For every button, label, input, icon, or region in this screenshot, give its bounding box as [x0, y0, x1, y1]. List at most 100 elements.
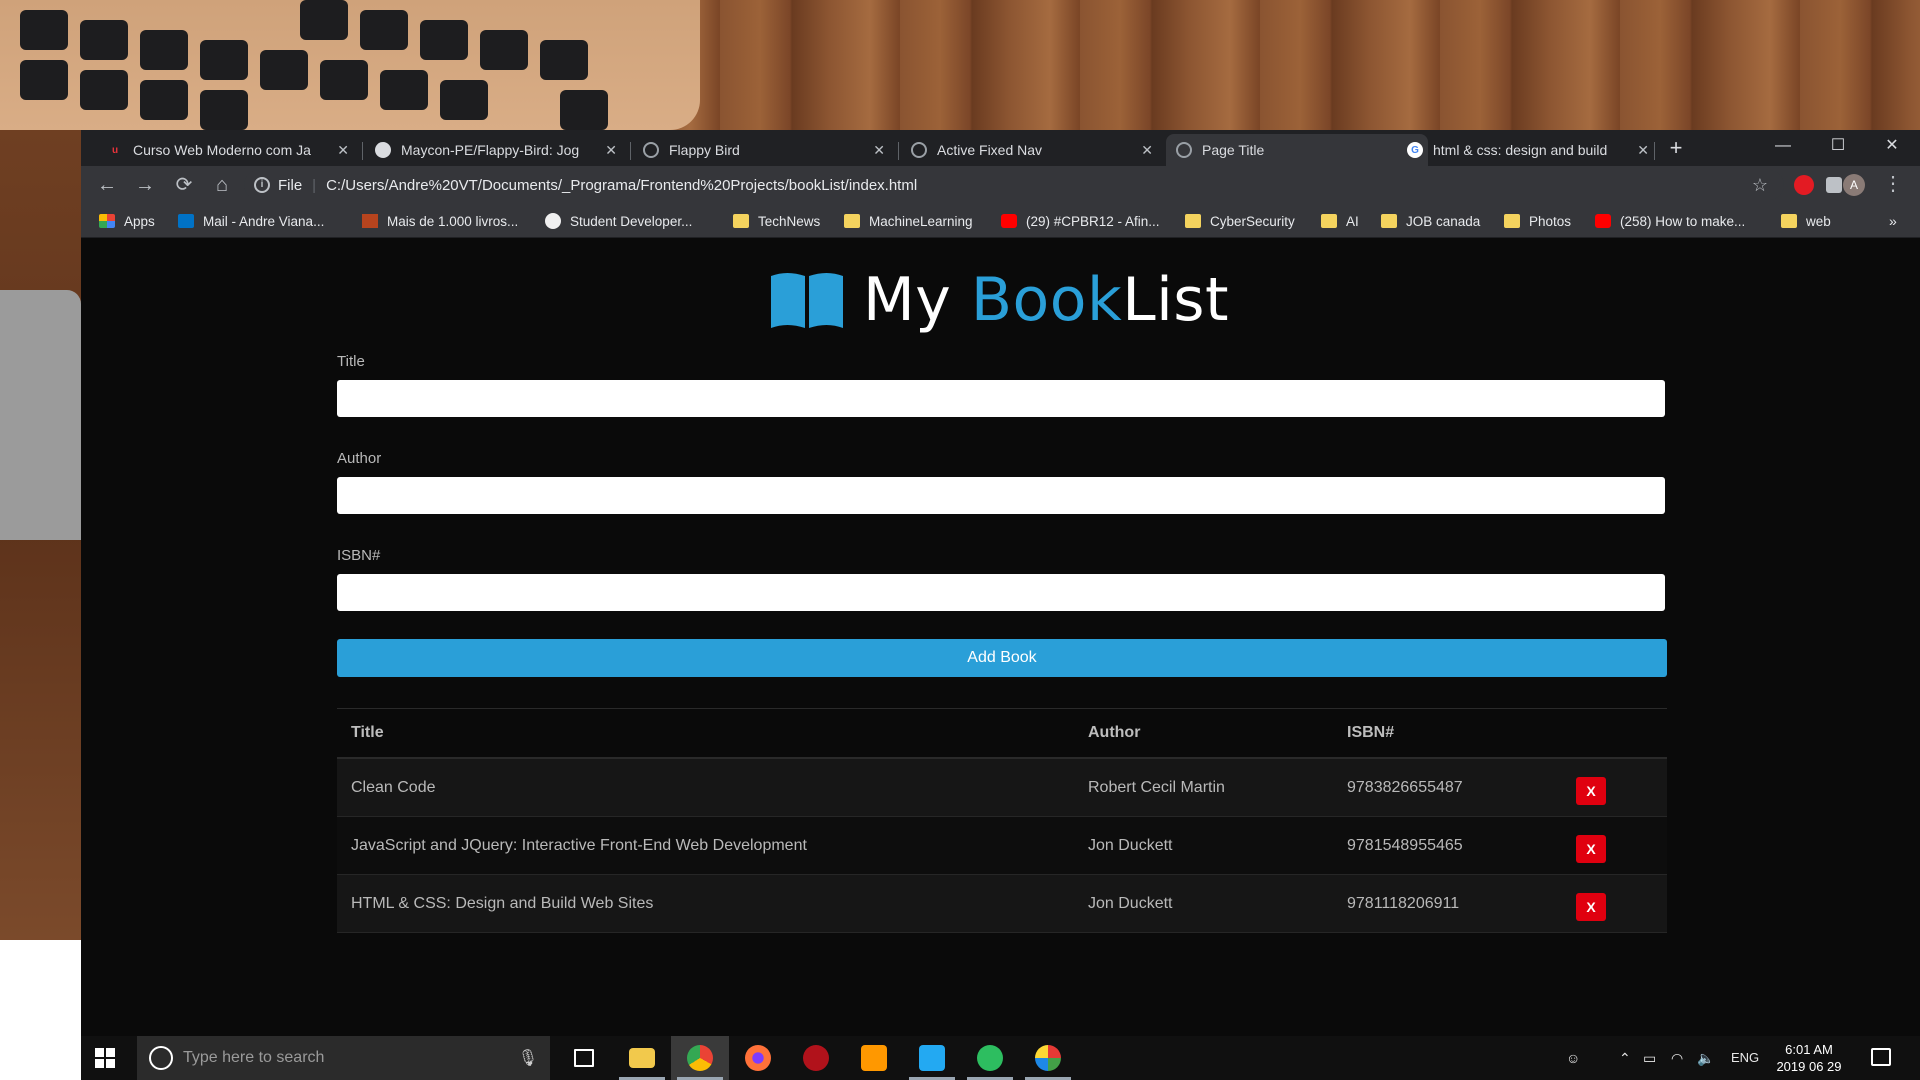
clock-date: 2019 06 29 — [1776, 1059, 1842, 1074]
header-author: Author — [1088, 724, 1141, 741]
delete-button[interactable]: X — [1576, 892, 1606, 921]
volume-icon[interactable]: 🔈 — [1697, 1036, 1714, 1080]
microphone-icon[interactable]: 🎙 — [518, 1048, 538, 1068]
bookmarks-overflow-icon[interactable]: » — [1889, 204, 1897, 238]
bookmark-web[interactable]: web — [1781, 204, 1831, 238]
firefox-icon[interactable] — [729, 1036, 787, 1080]
taskbar: Type here to search 🎙 ☺ ⌃ ▭ ◠ 🔈 ENG 6:01… — [81, 1036, 1920, 1080]
bookmark-cybersecurity[interactable]: CyberSecurity — [1185, 204, 1295, 238]
google-icon: G — [1407, 142, 1423, 158]
chrome-icon[interactable] — [671, 1036, 729, 1080]
cell-author: Jon Duckett — [1088, 836, 1173, 854]
folder-icon — [1321, 214, 1337, 228]
bookmark-mail[interactable]: Mail - Andre Viana... — [178, 204, 324, 238]
tab-label: Curso Web Moderno com Ja — [133, 142, 311, 158]
folder-icon — [1781, 214, 1797, 228]
bookmark-machinelearning[interactable]: MachineLearning — [844, 204, 973, 238]
bookmark-livros[interactable]: Mais de 1.000 livros... — [362, 204, 518, 238]
maximize-button[interactable]: ☐ — [1810, 130, 1866, 166]
cell-isbn: 9781548955465 — [1347, 836, 1463, 854]
bookmark-apps[interactable]: Apps — [99, 204, 155, 238]
delete-button[interactable]: X — [1576, 776, 1606, 805]
author-input[interactable] — [337, 477, 1665, 514]
notification-icon[interactable] — [1871, 1048, 1891, 1066]
table-header: Title Author ISBN# — [337, 709, 1667, 759]
paint-icon[interactable] — [1019, 1036, 1077, 1080]
windows-start-icon[interactable] — [95, 1048, 115, 1068]
delete-button[interactable]: X — [1576, 834, 1606, 863]
book-icon — [362, 214, 378, 228]
bookmark-job-canada[interactable]: JOB canada — [1381, 204, 1480, 238]
tab-flappy-bird-repo[interactable]: Maycon-PE/Flappy-Bird: Jog ✕ — [365, 134, 627, 166]
back-arrow-icon[interactable]: ← — [93, 172, 121, 198]
bookmark-cpbr12[interactable]: (29) #CPBR12 - Afin... — [1001, 204, 1160, 238]
extension-gear-icon[interactable] — [1826, 177, 1842, 193]
tab-curso-web[interactable]: u Curso Web Moderno com Ja ✕ — [97, 134, 359, 166]
close-icon[interactable]: ✕ — [873, 142, 885, 159]
close-icon[interactable]: ✕ — [337, 142, 349, 159]
cell-title: HTML & CSS: Design and Build Web Sites — [351, 894, 654, 912]
close-icon[interactable]: ✕ — [1637, 142, 1649, 159]
clock[interactable]: 6:01 AM 2019 06 29 — [1764, 1041, 1854, 1075]
vscode-icon[interactable] — [903, 1036, 961, 1080]
menu-kebab-icon[interactable]: ⋮ — [1883, 172, 1903, 196]
cell-author: Robert Cecil Martin — [1088, 778, 1225, 796]
close-window-button[interactable]: ✕ — [1864, 130, 1920, 166]
cell-title: Clean Code — [351, 778, 436, 796]
wallpaper-laptop-edge — [0, 290, 81, 540]
add-book-button[interactable]: Add Book — [337, 639, 1667, 677]
outlook-icon — [178, 214, 194, 228]
forward-arrow-icon[interactable]: → — [131, 172, 159, 198]
github-icon — [375, 142, 391, 158]
isbn-input[interactable] — [337, 574, 1665, 611]
info-icon[interactable]: i — [254, 177, 270, 193]
tab-flappy-bird[interactable]: Flappy Bird ✕ — [633, 134, 895, 166]
brand-part-list: List — [1122, 265, 1230, 335]
bookmark-student-developer[interactable]: Student Developer... — [545, 204, 692, 238]
file-explorer-icon[interactable] — [613, 1036, 671, 1080]
folder-icon — [1381, 214, 1397, 228]
bookmark-how-to-make[interactable]: (258) How to make... — [1595, 204, 1745, 238]
avatar[interactable]: A — [1843, 174, 1865, 196]
spider-app-icon[interactable] — [787, 1036, 845, 1080]
new-tab-button[interactable]: + — [1662, 134, 1690, 162]
close-icon[interactable]: ✕ — [1141, 142, 1153, 159]
bookmark-technews[interactable]: TechNews — [733, 204, 820, 238]
task-view-icon[interactable] — [555, 1036, 613, 1080]
apps-grid-icon — [99, 214, 115, 228]
people-icon[interactable]: ☺ — [1566, 1036, 1580, 1080]
evernote-icon[interactable] — [961, 1036, 1019, 1080]
bookmark-ai[interactable]: AI — [1321, 204, 1359, 238]
bookmark-star-icon[interactable]: ☆ — [1752, 175, 1768, 196]
isbn-label: ISBN# — [337, 547, 381, 564]
tab-active-fixed-nav[interactable]: Active Fixed Nav ✕ — [901, 134, 1163, 166]
tab-page-title[interactable]: Page Title ✕ — [1166, 134, 1428, 166]
url-text[interactable]: C:/Users/Andre%20VT/Documents/_Programa/… — [326, 177, 917, 194]
minimize-button[interactable]: — — [1755, 130, 1811, 166]
chevron-up-icon[interactable]: ⌃ — [1619, 1036, 1631, 1080]
home-icon[interactable]: ⌂ — [208, 172, 236, 198]
brand-part-my: My — [863, 265, 971, 335]
language-indicator[interactable]: ENG — [1731, 1036, 1759, 1080]
taskbar-search[interactable]: Type here to search 🎙 — [137, 1036, 550, 1080]
close-icon[interactable]: ✕ — [605, 142, 617, 159]
open-book-icon — [771, 273, 843, 328]
browser-toolbar: ← → ⟳ ⌂ i File | C:/Users/Andre%20VT/Doc… — [81, 166, 1920, 204]
book-table: Title Author ISBN# Clean Code Robert Cec… — [337, 708, 1667, 933]
cell-title: JavaScript and JQuery: Interactive Front… — [351, 836, 807, 854]
battery-icon[interactable]: ▭ — [1643, 1036, 1656, 1080]
extension-adblock-icon[interactable] — [1794, 175, 1814, 195]
wifi-icon[interactable]: ◠ — [1671, 1036, 1683, 1080]
search-placeholder: Type here to search — [183, 1049, 325, 1066]
tab-label: Page Title — [1202, 142, 1265, 158]
address-bar[interactable]: i File | C:/Users/Andre%20VT/Documents/_… — [244, 170, 1784, 200]
reload-icon[interactable]: ⟳ — [170, 172, 198, 198]
title-input[interactable] — [337, 380, 1665, 417]
tab-html-css-search[interactable]: G html & css: design and build ✕ — [1397, 134, 1659, 166]
url-divider: | — [312, 176, 317, 194]
tab-label: Maycon-PE/Flappy-Bird: Jog — [401, 142, 580, 158]
sublime-text-icon[interactable] — [845, 1036, 903, 1080]
bookmark-photos[interactable]: Photos — [1504, 204, 1571, 238]
cell-author: Jon Duckett — [1088, 894, 1173, 912]
globe-icon — [911, 142, 927, 158]
